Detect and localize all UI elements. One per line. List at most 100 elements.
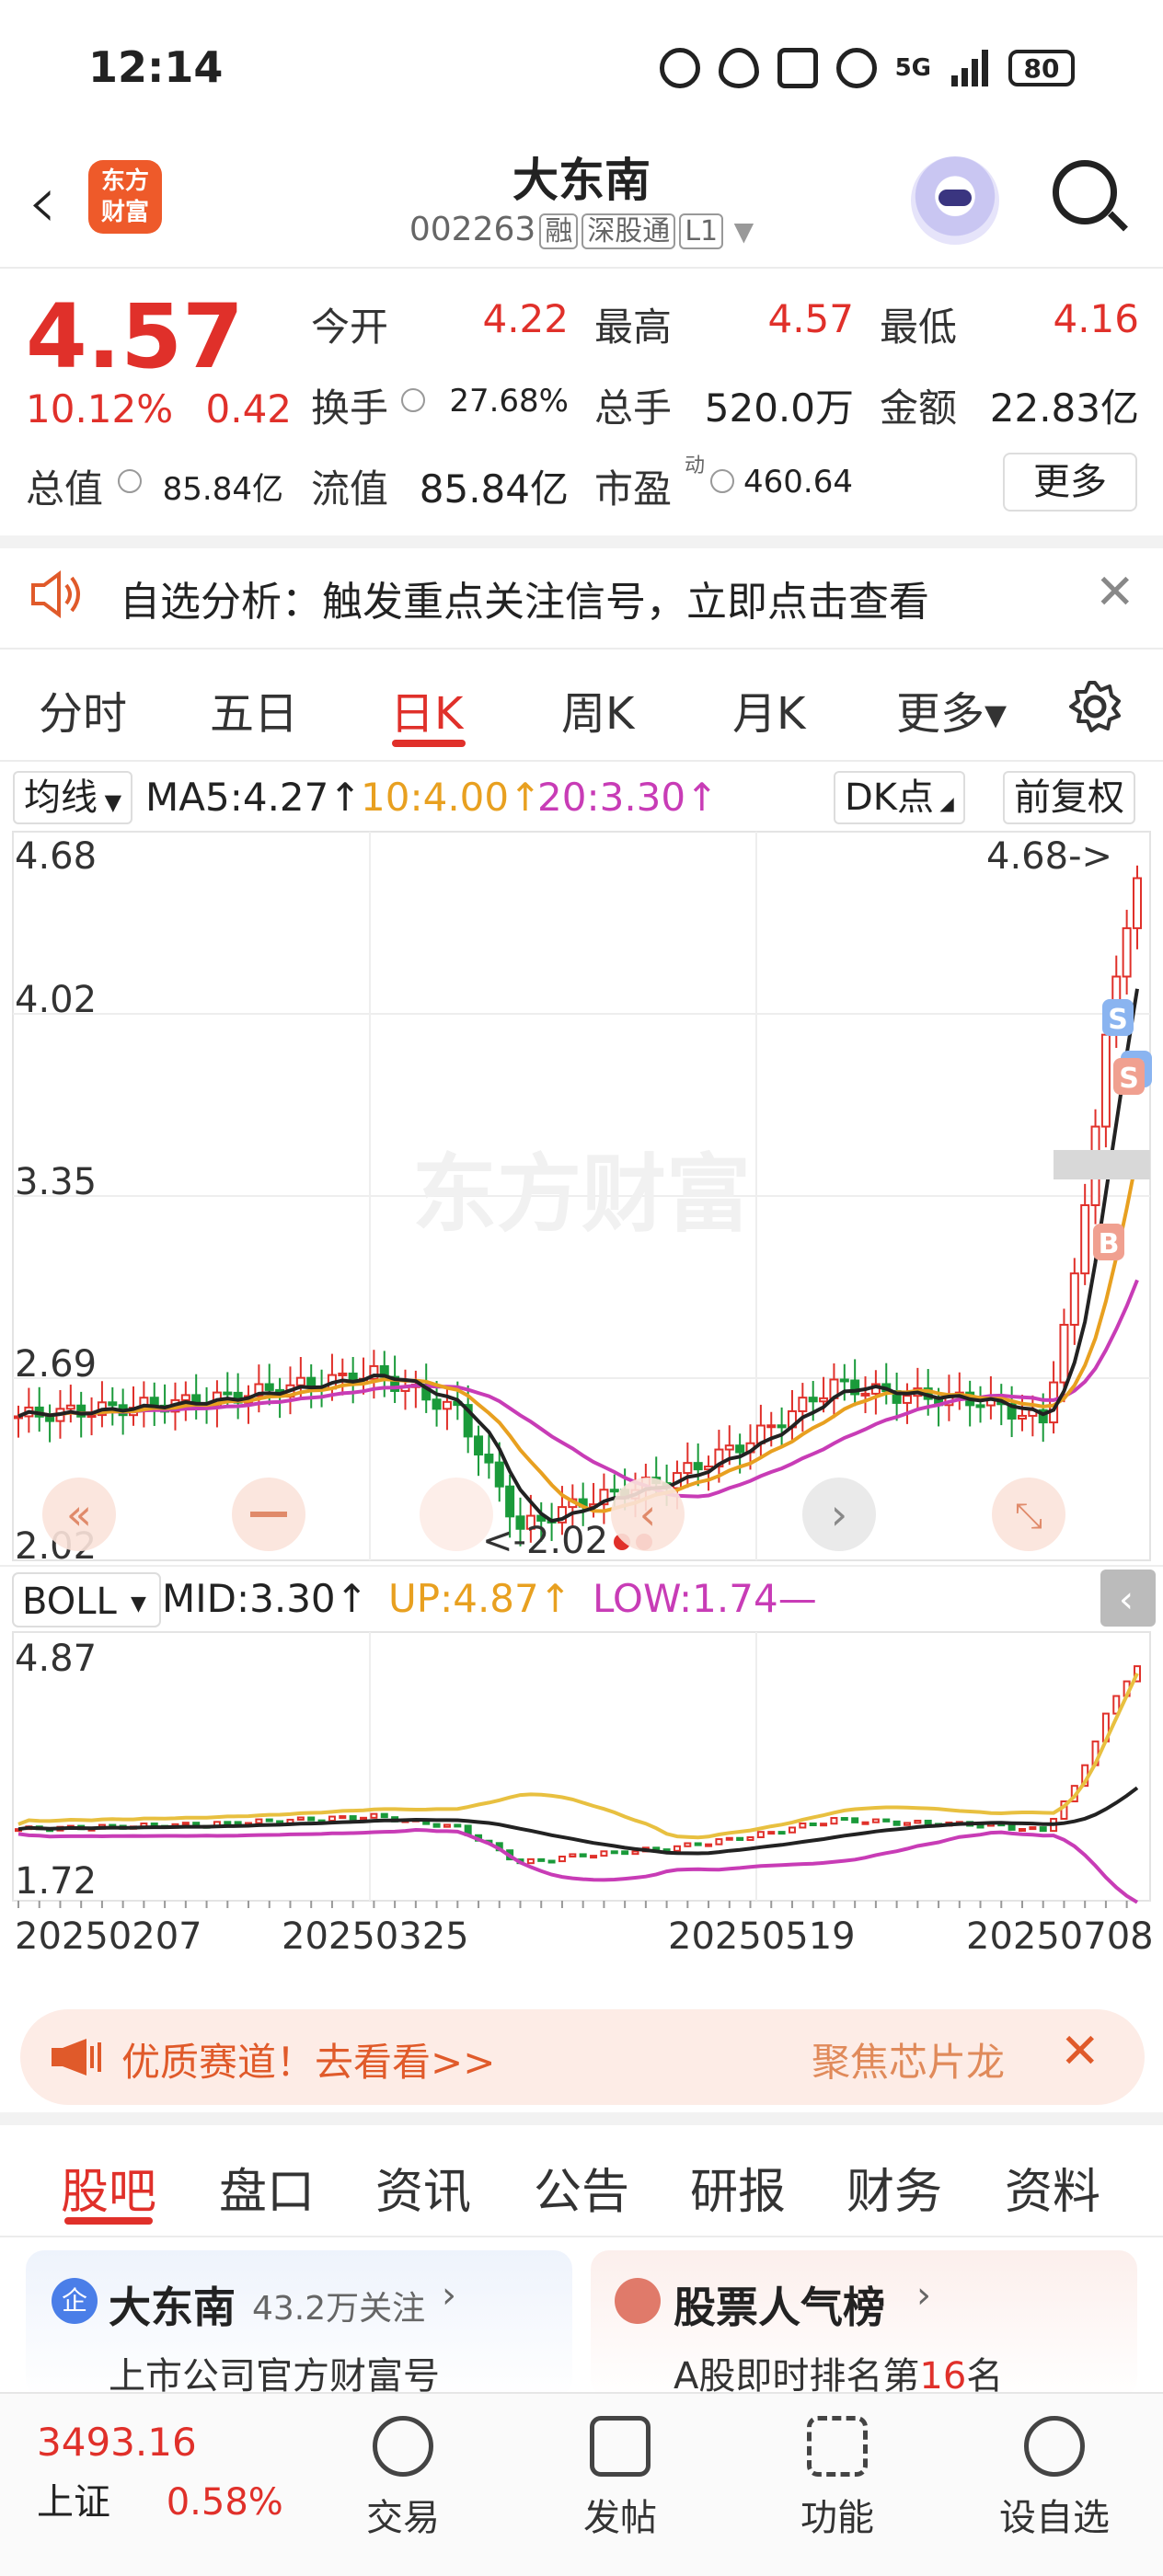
tab-research[interactable]: 研报 — [690, 2153, 786, 2222]
watermark: 东方财富 — [412, 1145, 751, 1244]
promo-banner[interactable]: 优质赛道！去看看>> 聚焦芯片龙 ✕ — [20, 2009, 1145, 2105]
divider — [0, 2112, 1163, 2125]
boll-candle — [684, 1842, 692, 1847]
alarm-icon — [835, 48, 877, 88]
candle-body — [295, 1376, 305, 1386]
more-button[interactable]: 更多 — [1003, 453, 1137, 512]
content-tabs: 股吧 盘口 资讯 公告 研报 财务 资料 — [0, 2125, 1163, 2226]
close-icon[interactable]: ✕ — [1060, 2024, 1100, 2079]
yen-icon — [373, 2416, 433, 2477]
popularity-card[interactable]: 股票人气榜 › A股即时排名第16名 — [591, 2250, 1137, 2398]
x-date-3: 20250519 — [668, 1915, 856, 1958]
search-icon[interactable] — [1053, 160, 1117, 224]
bottom-bar: 3493.16 上证 0.58% 交易 发帖 功能 设自选 — [0, 2392, 1163, 2576]
period-tabs: 分时 五日 日K 周K 月K 更多▾ — [0, 655, 1163, 758]
boll-mid-line — [17, 1786, 1139, 1856]
boll-candle — [380, 1812, 388, 1819]
banner-left-text: 优质赛道！去看看>> — [121, 2040, 496, 2085]
boll-candle — [830, 1817, 838, 1825]
boll-y-bottom: 1.72 — [15, 1860, 97, 1903]
functions-button[interactable]: 功能 — [773, 2416, 902, 2541]
boll-candle — [871, 1818, 880, 1823]
tab-orderbook[interactable]: 盘口 — [219, 2153, 315, 2222]
banner-right-text: 聚焦芯片龙 — [812, 2040, 1006, 2085]
candle-body — [442, 1400, 452, 1410]
open-value: 4.22 — [482, 296, 569, 341]
more-dots-icon — [1024, 2416, 1085, 2477]
tag-connect: 深股通 — [582, 213, 676, 249]
candle-body — [432, 1398, 442, 1410]
tab-daily-k[interactable]: 日K — [390, 677, 463, 742]
post-button[interactable]: 发帖 — [556, 2416, 685, 2541]
candle-body — [108, 1401, 118, 1407]
chevron-left-icon: ‹ — [639, 1489, 656, 1539]
active-tab-indicator — [392, 740, 466, 747]
zoom-out-button[interactable] — [232, 1478, 305, 1551]
robot-assistant-icon[interactable] — [911, 156, 999, 245]
collapse-panel-button[interactable]: ‹ — [1100, 1570, 1156, 1627]
kline-chart[interactable]: 东方财富 4.68 4.02 3.35 2.69 2.02 4.68-> <-2… — [0, 771, 1163, 1995]
y-label-max: 4.68 — [15, 835, 97, 878]
boll-mid-readout: MID:3.30↑ — [162, 1576, 368, 1621]
company-card[interactable]: 企 大东南 43.2万关注 › 上市公司官方财富号 — [26, 2250, 572, 2398]
boll-chart-frame — [12, 1631, 1151, 1902]
zoom-in-button[interactable] — [420, 1478, 493, 1551]
tab-news[interactable]: 资讯 — [375, 2153, 471, 2222]
candle-body — [777, 1424, 787, 1429]
info-icon[interactable] — [118, 469, 142, 493]
gear-icon[interactable] — [1067, 679, 1123, 734]
last-price: 4.57 — [26, 285, 244, 388]
close-icon[interactable]: ✕ — [1095, 565, 1135, 620]
tab-monthly-k[interactable]: 月K — [732, 677, 805, 742]
boll-candle — [903, 1822, 911, 1826]
tab-announcements[interactable]: 公告 — [534, 2153, 629, 2222]
scroll-left-button[interactable]: ‹ — [611, 1478, 685, 1551]
scroll-left-fast-button[interactable]: « — [42, 1478, 116, 1551]
expand-icon: ⤡ — [1015, 1495, 1042, 1535]
turnover-label: 换手 — [311, 385, 389, 431]
x-date-2: 20250325 — [282, 1915, 469, 1958]
boll-candle — [547, 1859, 556, 1864]
trade-button[interactable]: 交易 — [339, 2416, 467, 2541]
signal-s-1: S — [1102, 999, 1134, 1036]
tab-financials[interactable]: 财务 — [846, 2153, 942, 2222]
index-ticker[interactable]: 3493.16 上证 0.58% — [37, 2420, 283, 2525]
boll-select[interactable]: BOLL ▼ — [12, 1572, 161, 1627]
boll-candle — [861, 1821, 869, 1825]
candle-body — [223, 1391, 233, 1396]
megaphone-icon — [52, 2039, 101, 2076]
add-watchlist-button[interactable]: 设自选 — [990, 2416, 1119, 2541]
tab-forum[interactable]: 股吧 — [61, 2153, 156, 2222]
pe-sup: 动 — [685, 454, 706, 477]
float-value: 85.84亿 — [419, 466, 569, 512]
caret-down-icon: ▼ — [733, 216, 754, 247]
tab-intraday[interactable]: 分时 — [39, 677, 127, 742]
tab-weekly-k[interactable]: 周K — [561, 677, 634, 742]
fullscreen-button[interactable]: ⤡ — [992, 1478, 1065, 1551]
scroll-right-button[interactable]: › — [802, 1478, 876, 1551]
boll-candle — [673, 1845, 681, 1852]
volume-label: 总手 — [594, 385, 673, 431]
change-pct: 10.12% — [26, 386, 174, 431]
boll-candle — [569, 1853, 577, 1858]
boll-candle — [265, 1818, 273, 1823]
boll-candle — [307, 1816, 316, 1822]
candle-body — [1059, 1323, 1069, 1384]
divider — [0, 648, 1163, 650]
candle-body — [338, 1372, 348, 1376]
tab-profile[interactable]: 资料 — [1005, 2153, 1100, 2222]
alert-bar[interactable]: 自选分析：触发重点关注信号，立即点击查看 ✕ — [0, 543, 1163, 646]
mktcap-label: 总值 — [26, 466, 104, 512]
boll-candle — [432, 1823, 441, 1828]
boll-candle — [224, 1821, 232, 1825]
tab-more[interactable]: 更多▾ — [896, 677, 1007, 742]
info-icon[interactable] — [710, 469, 734, 493]
signal-icon — [951, 50, 988, 86]
candle-body — [484, 1454, 494, 1464]
candle-body — [724, 1444, 734, 1451]
info-icon[interactable] — [401, 388, 425, 412]
chevron-left-icon: ‹ — [1119, 1579, 1134, 1621]
signal-s-label: S — [1119, 1063, 1139, 1095]
tab-five-day[interactable]: 五日 — [210, 677, 298, 742]
tag-level: L1 — [679, 213, 724, 249]
